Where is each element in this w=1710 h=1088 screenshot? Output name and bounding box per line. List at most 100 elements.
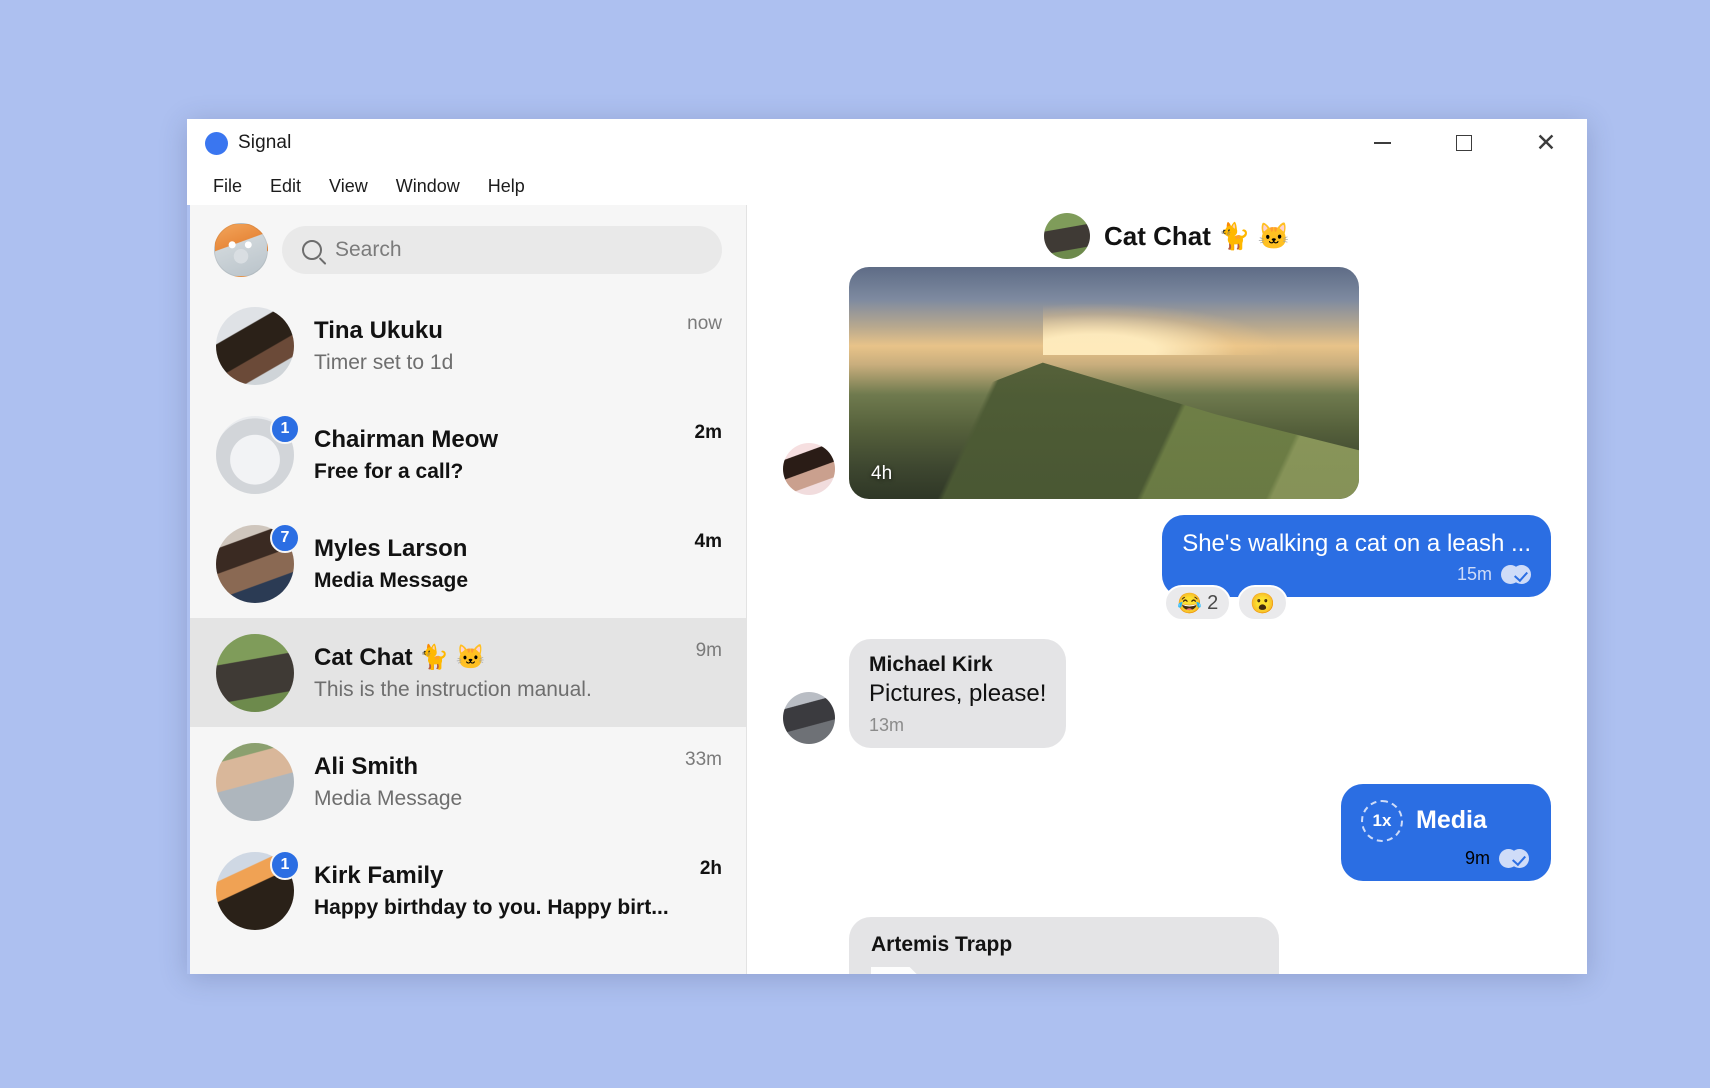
list-item[interactable]: Cat Chat 🐈 🐱 This is the instruction man…: [190, 618, 746, 727]
conversation-text: Chairman Meow Free for a call?: [314, 426, 675, 484]
image-attachment[interactable]: 4h: [849, 267, 1359, 499]
window-body: Search Tina Ukuku Timer set to 1d now 1 …: [187, 205, 1587, 974]
conversation-text: Tina Ukuku Timer set to 1d: [314, 317, 667, 375]
avatar[interactable]: [214, 223, 268, 277]
menu-item-file[interactable]: File: [203, 172, 252, 201]
message-sender-name: Michael Kirk: [869, 653, 993, 677]
chat-pane: Cat Chat 🐈 🐱 4h She's walking a cat on a…: [747, 205, 1587, 974]
avatar: [1043, 213, 1090, 259]
status-badge: 1: [270, 849, 300, 880]
menu-item-window[interactable]: Window: [386, 172, 470, 201]
file-row: PDF Instructions.pdf 21.04 KB: [871, 966, 1253, 974]
conversation-text: Myles Larson Media Message: [314, 535, 675, 593]
list-item-timestamp: now: [687, 313, 722, 334]
status-badge: 7: [270, 522, 300, 553]
app-title: Signal: [238, 132, 292, 153]
search-placeholder: Search: [335, 238, 402, 261]
avatar: [216, 742, 294, 821]
titlebar-left: Signal: [187, 131, 292, 155]
list-item[interactable]: 1 Kirk Family Happy birthday to you. Hap…: [190, 836, 746, 945]
avatar: [216, 633, 294, 712]
conversation-text: Kirk Family Happy birthday to you. Happy…: [314, 862, 680, 920]
list-item-snippet: Happy birthday to you. Happy birt...: [314, 895, 669, 919]
close-icon: ✕: [1535, 128, 1557, 157]
page-title: Cat Chat 🐈 🐱: [1103, 220, 1291, 251]
minimize-icon: [1373, 142, 1391, 144]
list-item-snippet: Media Message: [314, 568, 469, 592]
double-check-icon: [1499, 848, 1529, 868]
media-label: Media: [1416, 806, 1487, 835]
message-row-incoming: Michael Kirk Pictures, please! 13m: [783, 639, 1551, 748]
list-item-title: Tina Ukuku: [314, 316, 443, 344]
media-row: 1x Media: [1361, 799, 1529, 842]
reaction-emoji: 😮: [1250, 592, 1276, 615]
search-input[interactable]: Search: [282, 226, 722, 274]
message-timestamp: 9m: [1464, 847, 1490, 868]
list-item-snippet: Media Message: [314, 786, 463, 810]
message-bubble[interactable]: Michael Kirk Pictures, please! 13m: [849, 639, 1067, 748]
list-item-snippet: This is the instruction manual.: [314, 678, 592, 701]
file-details: Instructions.pdf 21.04 KB: [945, 972, 1119, 974]
list-item-title: Cat Chat 🐈 🐱: [314, 644, 486, 671]
conversation-text: Ali Smith Media Message: [314, 753, 665, 811]
reaction-emoji: 😂: [1177, 592, 1203, 615]
pdf-file-icon: PDF: [871, 966, 927, 974]
minimize-button[interactable]: [1341, 119, 1423, 167]
message-row-outgoing: She's walking a cat on a leash ... 15m 😂…: [783, 515, 1551, 622]
list-item-timestamp: 4m: [694, 531, 722, 552]
avatar: [783, 691, 835, 744]
file-attachment-bubble[interactable]: Artemis Trapp PDF Instructions.pdf 21.04…: [849, 916, 1279, 974]
conversation-text: Cat Chat 🐈 🐱 This is the instruction man…: [314, 643, 676, 702]
menu-item-view[interactable]: View: [319, 172, 378, 201]
status-badge: 1: [270, 413, 300, 444]
chat-header[interactable]: Cat Chat 🐈 🐱: [747, 205, 1587, 267]
list-item-timestamp: 2h: [699, 858, 722, 879]
message-reactions: 😂 2 😮: [1164, 585, 1289, 622]
message-timestamp: 13m: [869, 714, 905, 735]
conversation-avatar-wrap: 1: [216, 849, 300, 930]
message-meta: 13m: [869, 715, 1046, 736]
message-row-media: 1x Media 9m: [783, 783, 1551, 881]
list-item[interactable]: Tina Ukuku Timer set to 1d now: [190, 291, 746, 400]
message-timestamp: 4h: [871, 463, 893, 484]
avatar: [216, 306, 294, 385]
list-item-timestamp: 33m: [685, 749, 722, 770]
avatar: [783, 443, 835, 495]
message-text: Pictures, please!: [869, 680, 1047, 708]
conversation-avatar-wrap: [216, 306, 294, 385]
list-item[interactable]: Ali Smith Media Message 33m: [190, 727, 746, 836]
reaction-pill[interactable]: 😮: [1237, 585, 1289, 622]
conversation-avatar-wrap: [216, 633, 294, 712]
window-titlebar: Signal ✕: [187, 119, 1587, 167]
maximize-icon: [1456, 135, 1472, 151]
search-icon: [302, 240, 322, 260]
reaction-pill[interactable]: 😂 2: [1164, 585, 1232, 622]
list-item-timestamp: 9m: [695, 640, 722, 661]
playback-speed-icon[interactable]: 1x: [1361, 799, 1403, 842]
menu-item-edit[interactable]: Edit: [260, 172, 311, 201]
window-controls: ✕: [1341, 119, 1587, 167]
menubar: File Edit View Window Help: [187, 167, 1587, 205]
conversation-list: Tina Ukuku Timer set to 1d now 1 Chairma…: [190, 291, 746, 945]
message-bubble[interactable]: She's walking a cat on a leash ... 15m 😂…: [1162, 515, 1551, 622]
list-item-title: Chairman Meow: [314, 425, 499, 453]
reaction-count: 2: [1207, 591, 1219, 614]
message-row-image: 4h: [783, 267, 1551, 499]
menu-item-help[interactable]: Help: [478, 172, 535, 201]
message-meta: 9m: [1361, 848, 1529, 869]
close-button[interactable]: ✕: [1505, 119, 1587, 167]
message-text: She's walking a cat on a leash ...: [1182, 530, 1531, 557]
list-item[interactable]: 7 Myles Larson Media Message 4m: [190, 509, 746, 618]
message-row-file: Artemis Trapp PDF Instructions.pdf 21.04…: [783, 916, 1551, 974]
conversation-avatar-wrap: [216, 742, 294, 821]
list-item-timestamp: 2m: [694, 422, 722, 443]
conversation-avatar-wrap: 7: [216, 522, 300, 603]
list-item-title: Myles Larson: [314, 534, 468, 562]
message-meta: 15m: [1182, 564, 1531, 585]
voice-message-bubble[interactable]: 1x Media 9m: [1341, 783, 1551, 881]
list-item[interactable]: 1 Chairman Meow Free for a call? 2m: [190, 400, 746, 509]
conversation-sidebar: Search Tina Ukuku Timer set to 1d now 1 …: [187, 205, 747, 974]
message-timestamp: 15m: [1456, 564, 1492, 585]
signal-app-window: Signal ✕ File Edit View Window Help Sear…: [187, 119, 1587, 974]
maximize-button[interactable]: [1423, 119, 1505, 167]
